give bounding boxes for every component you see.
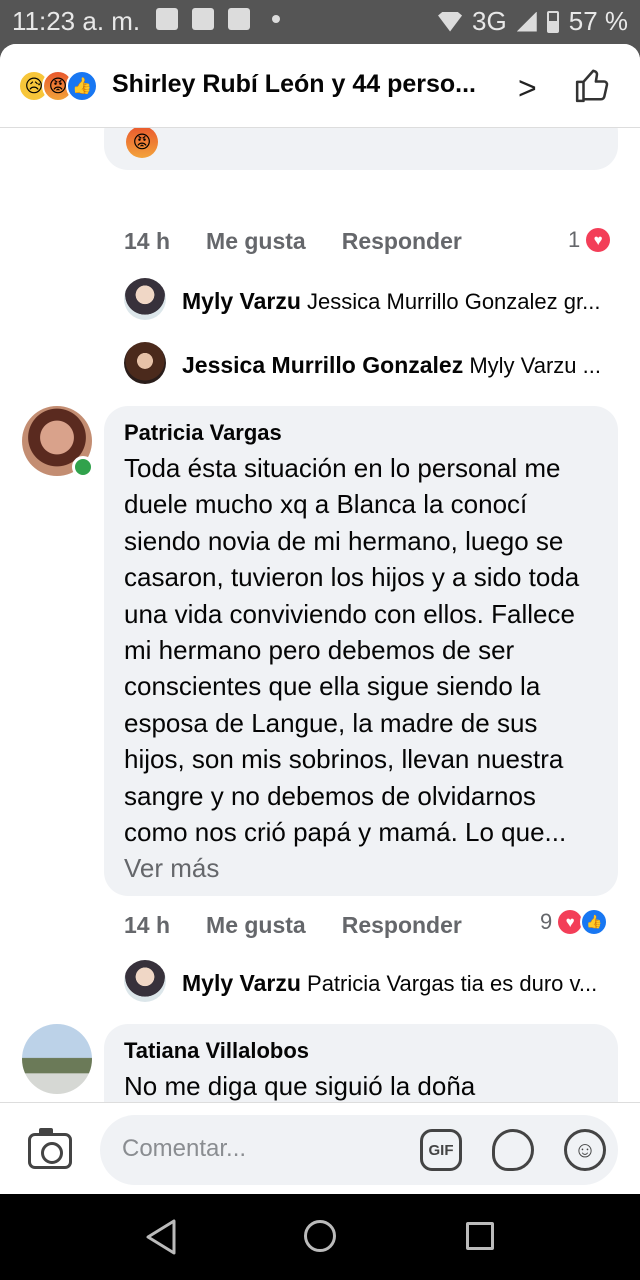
reply-text: Jessica Murrillo Gonzalez gr... [307,289,601,314]
reply-button[interactable]: Responder [342,228,462,255]
chevron-right-icon[interactable]: > [518,70,537,107]
comment-bubble[interactable]: Patricia Vargas Toda ésta situación en l… [104,406,618,896]
recent-apps-icon[interactable] [466,1222,494,1250]
reaction-count[interactable]: 9 ♥ 👍 [540,908,609,936]
reply-text: Patricia Vargas tia es duro v... [307,971,598,996]
gif-icon[interactable]: GIF [420,1129,462,1171]
signal-icon [516,11,537,32]
battery-level: 57 % [568,6,628,36]
battery-icon [546,10,559,33]
comment-time: 14 h [124,228,171,254]
status-time: 11:23 a. m. [12,6,141,36]
sticker-icon[interactable] [492,1129,534,1171]
more-notifications-icon [272,15,280,23]
comment-text: Toda ésta situación en lo personal me du… [124,453,580,884]
reply-preview[interactable]: Myly Varzu Jessica Murrillo Gonzalez gr.… [182,288,618,315]
comment-author[interactable]: Patricia Vargas [124,420,282,446]
avatar[interactable] [124,278,166,320]
love-reaction-icon: ♥ [584,226,613,254]
reply-text: Myly Varzu ... [469,353,601,378]
avatar[interactable] [124,960,166,1002]
comment-placeholder: Comentar... [122,1135,247,1162]
angry-emoji-icon: 😡 [126,126,158,158]
reply-author[interactable]: Myly Varzu [182,288,301,314]
reactions-title[interactable]: Shirley Rubí León y 44 perso... [112,70,502,99]
comment-input[interactable]: Comentar... GIF ☺ [100,1115,618,1185]
comments-sheet: 😥 😡 👍 Shirley Rubí León y 44 perso... > … [0,44,640,1194]
comment-actions: 14 h Me gusta Responder [124,228,462,255]
reaction-icons: 😥 😡 👍 [18,70,98,102]
gallery-notification-icon [228,8,250,30]
comment-composer: Comentar... GIF ☺ [0,1102,640,1194]
system-icons: 3G 57 % [438,6,628,37]
avatar[interactable] [22,1024,92,1094]
comment-author[interactable]: Tatiana Villalobos [124,1038,309,1064]
image-notification-icon [156,8,178,30]
reactions-header[interactable]: 😥 😡 👍 Shirley Rubí León y 44 perso... > [0,44,640,128]
like-button[interactable]: Me gusta [206,912,306,939]
see-more-link[interactable]: Ver más [124,853,219,883]
network-type: 3G [472,6,507,36]
emoji-icon[interactable]: ☺ [564,1129,606,1171]
online-status-dot [72,456,94,478]
avatar[interactable] [124,342,166,384]
comment-list[interactable]: 😡 14 h Me gusta Responder 1 ♥ Myly Varzu… [0,108,640,1184]
like-reaction-icon: 👍 [580,908,609,936]
like-button[interactable]: Me gusta [206,228,306,255]
reply-preview[interactable]: Jessica Murrillo Gonzalez Myly Varzu ... [182,352,618,379]
message-notification-icon [192,8,214,30]
android-nav-bar [0,1194,640,1280]
like-outline-icon[interactable] [574,66,612,104]
notification-icons [156,8,280,30]
reaction-count[interactable]: 1 ♥ [568,226,613,254]
comment-actions: 14 h Me gusta Responder [124,912,462,939]
reply-button[interactable]: Responder [342,912,462,939]
reply-author[interactable]: Myly Varzu [182,970,301,996]
like-reaction-icon: 👍 [66,70,98,102]
wifi-icon [438,11,463,32]
reply-author[interactable]: Jessica Murrillo Gonzalez [182,352,463,378]
reply-preview[interactable]: Myly Varzu Patricia Vargas tia es duro v… [182,970,618,997]
status-bar: 11:23 a. m. 3G 57 % [0,0,640,44]
comment-time: 14 h [124,912,171,938]
back-icon[interactable] [144,1218,178,1256]
camera-icon[interactable] [28,1128,72,1169]
home-icon[interactable] [304,1220,336,1252]
